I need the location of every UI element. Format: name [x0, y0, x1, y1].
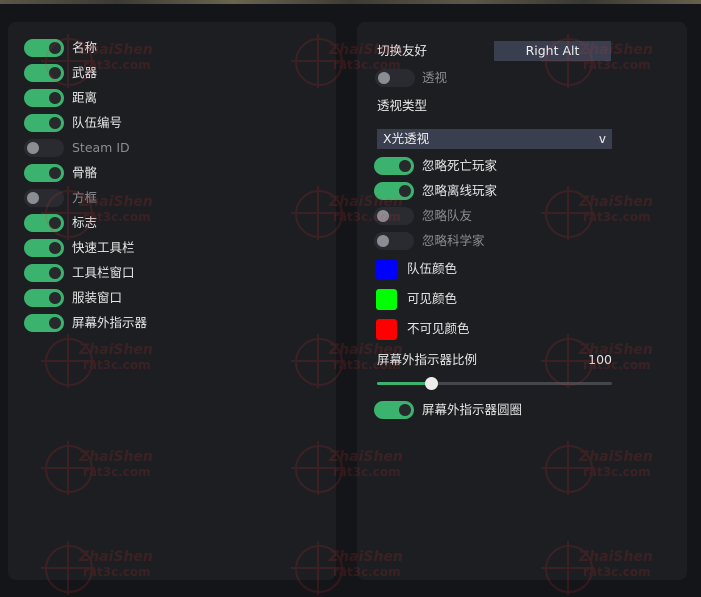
- chevron-down-icon: v: [598, 132, 606, 146]
- ignore-scientists-label: 忽略科学家: [422, 233, 485, 248]
- toggle-knob: [49, 217, 61, 229]
- slider-fill: [377, 382, 432, 385]
- ignore-dead-label: 忽略死亡玩家: [422, 158, 498, 173]
- steam-id-label: Steam ID: [72, 140, 130, 155]
- quick-toolbar-toggle[interactable]: [24, 239, 64, 257]
- toggle-knob: [49, 267, 61, 279]
- logo-label: 标志: [72, 215, 98, 230]
- toggle-knob: [49, 67, 61, 79]
- invisible-color-label: 不可见颜色: [407, 321, 470, 336]
- toggle-knob: [377, 210, 389, 222]
- ignore-teammates-label: 忽略队友: [422, 208, 473, 223]
- see-through-type-label: 透视类型: [377, 98, 428, 113]
- box-toggle[interactable]: [24, 189, 64, 207]
- toggle-knob: [49, 42, 61, 54]
- toggle-knob: [49, 317, 61, 329]
- offscreen-indicator-toggle[interactable]: [24, 314, 64, 332]
- team-number-label: 队伍编号: [72, 115, 123, 130]
- see-through-type-select[interactable]: X光透视 v: [377, 129, 612, 149]
- weapon-toggle[interactable]: [24, 64, 64, 82]
- ignore-teammates-toggle[interactable]: [374, 207, 414, 225]
- name-label: 名称: [72, 40, 98, 55]
- toggle-knob: [399, 185, 411, 197]
- select-value: X光透视: [383, 131, 430, 146]
- weapon-label: 武器: [72, 65, 98, 80]
- see-through-label: 透视: [422, 70, 448, 85]
- distance-label: 距离: [72, 90, 98, 105]
- ignore-dead-toggle[interactable]: [374, 157, 414, 175]
- toggle-knob: [49, 242, 61, 254]
- toggle-knob: [49, 167, 61, 179]
- toggle-knob: [49, 292, 61, 304]
- quick-toolbar-label: 快速工具栏: [72, 240, 135, 255]
- visible-color-label: 可见颜色: [407, 291, 458, 306]
- toggle-knob: [377, 235, 389, 247]
- indicator-circle-toggle[interactable]: [374, 401, 414, 419]
- ignore-offline-toggle[interactable]: [374, 182, 414, 200]
- ignore-scientists-toggle[interactable]: [374, 232, 414, 250]
- see-through-toggle[interactable]: [375, 69, 415, 87]
- top-strip: [0, 0, 701, 4]
- toggle-knob: [399, 160, 411, 172]
- invisible-color-swatch[interactable]: [376, 319, 397, 340]
- indicator-scale-value: 100: [588, 352, 612, 367]
- team-color-swatch[interactable]: [376, 259, 397, 280]
- logo-toggle[interactable]: [24, 214, 64, 232]
- indicator-scale-slider[interactable]: [377, 377, 612, 390]
- clothing-window-label: 服装窗口: [72, 290, 123, 305]
- toolbar-window-toggle[interactable]: [24, 264, 64, 282]
- toggle-knob: [49, 117, 61, 129]
- toggle-friendly-keybind[interactable]: Right Alt: [494, 41, 611, 61]
- team-number-toggle[interactable]: [24, 114, 64, 132]
- toggle-knob: [378, 72, 390, 84]
- toggle-knob: [27, 192, 39, 204]
- toggle-friendly-label: 切换友好: [377, 43, 428, 58]
- ignore-offline-label: 忽略离线玩家: [422, 183, 498, 198]
- slider-handle[interactable]: [425, 377, 439, 390]
- skeleton-label: 骨骼: [72, 165, 98, 180]
- toolbar-window-label: 工具栏窗口: [72, 265, 135, 280]
- visible-color-swatch[interactable]: [376, 289, 397, 310]
- clothing-window-toggle[interactable]: [24, 289, 64, 307]
- indicator-scale-label: 屏幕外指示器比例: [377, 352, 478, 367]
- toggle-knob: [49, 92, 61, 104]
- skeleton-toggle[interactable]: [24, 164, 64, 182]
- name-toggle[interactable]: [24, 39, 64, 57]
- distance-toggle[interactable]: [24, 89, 64, 107]
- toggle-knob: [27, 142, 39, 154]
- toggle-knob: [399, 404, 411, 416]
- box-label: 方框: [72, 190, 98, 205]
- indicator-circle-label: 屏幕外指示器圆圈: [422, 402, 523, 417]
- offscreen-indicator-label: 屏幕外指示器: [72, 315, 148, 330]
- steam-id-toggle[interactable]: [24, 139, 64, 157]
- team-color-label: 队伍颜色: [407, 261, 458, 276]
